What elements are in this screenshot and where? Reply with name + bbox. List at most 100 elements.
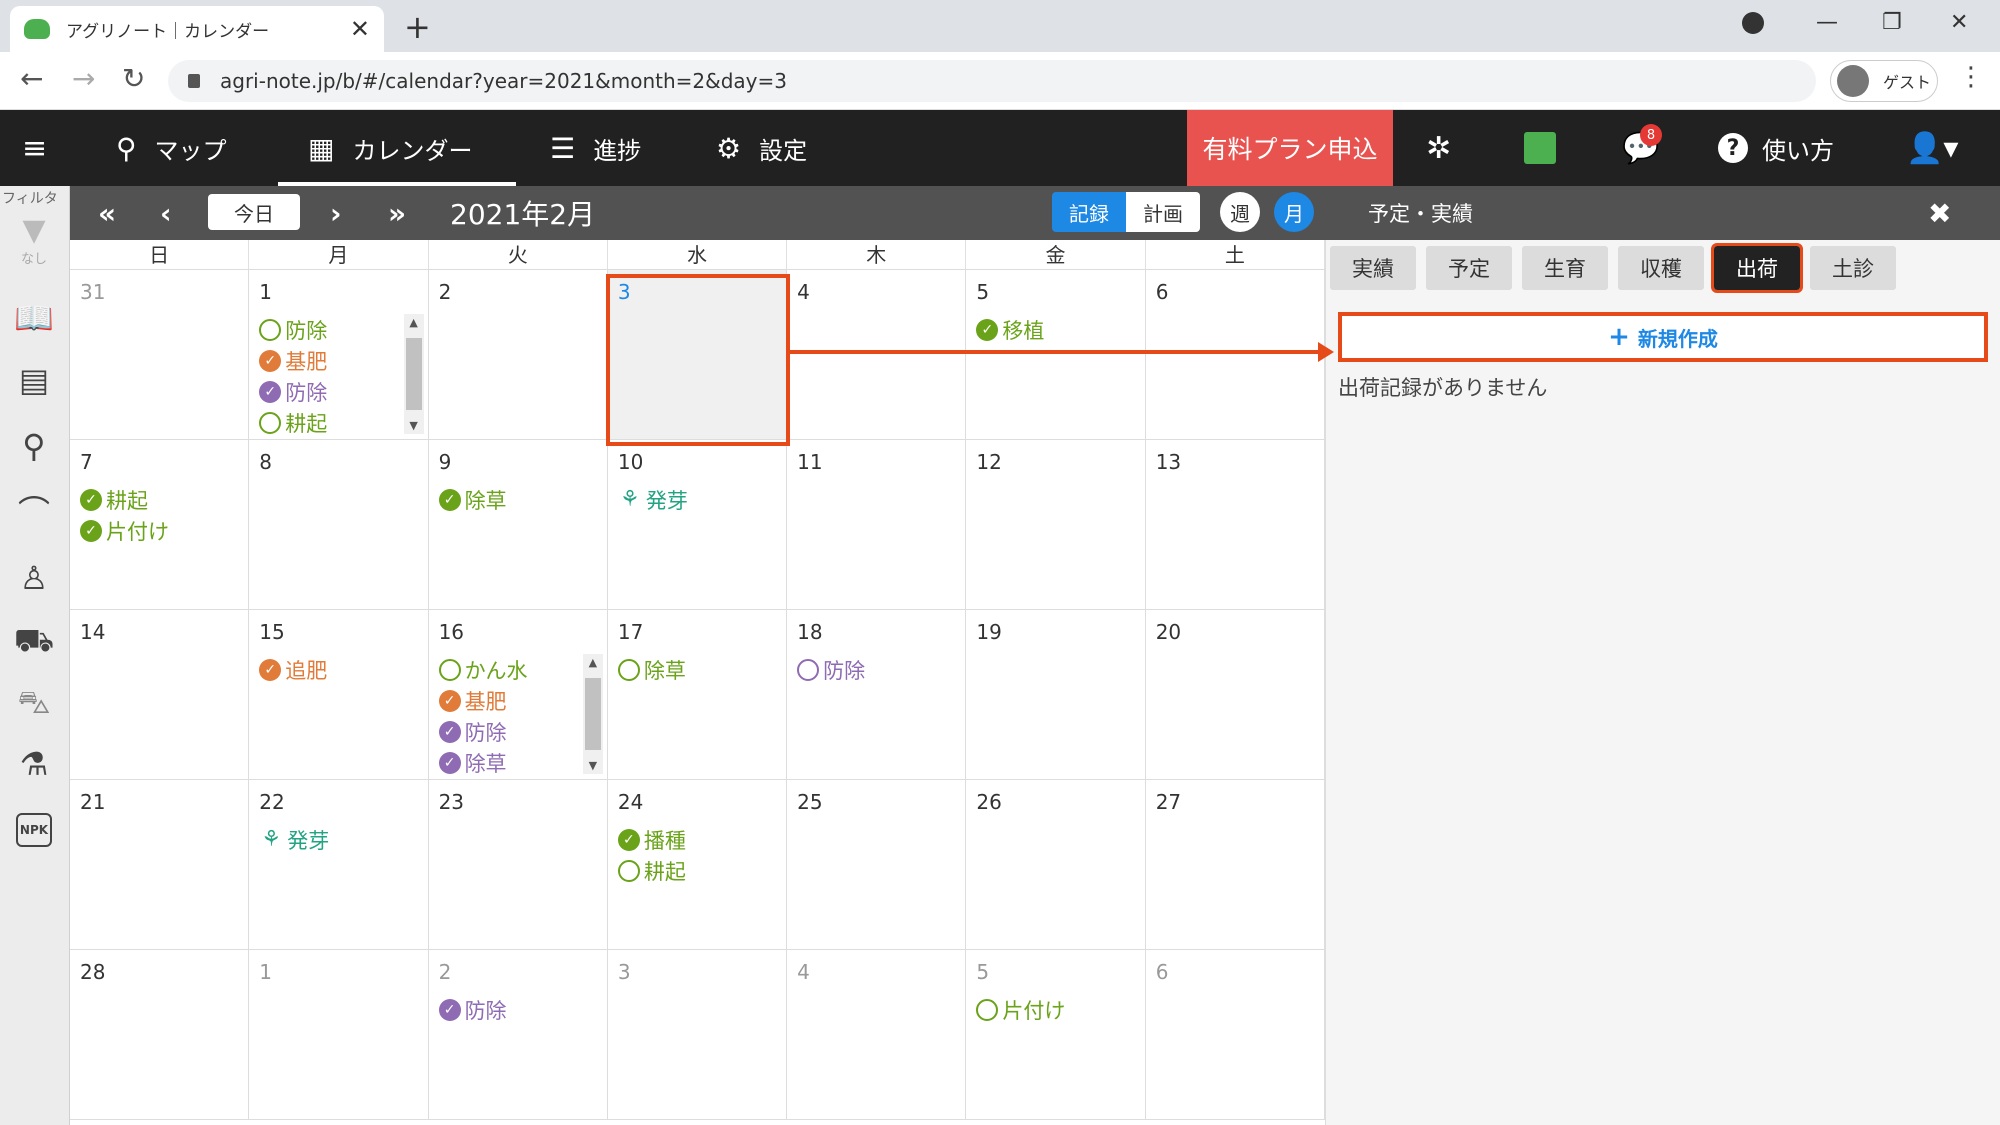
calendar-event[interactable]: かん水 [438, 654, 579, 685]
calendar-event[interactable]: ✓ 防除 [438, 994, 601, 1025]
calendar-day-cell[interactable]: 23 [428, 780, 608, 950]
weather-icon[interactable]: ✲ [1426, 110, 1451, 186]
calendar-day-cell[interactable]: 8 [249, 440, 429, 610]
calendar-day-cell[interactable]: 10 ⚘ 発芽 [607, 440, 788, 610]
calendar-day-cell[interactable]: 4 [787, 950, 967, 1120]
calendar-event[interactable]: ⚘ 発芽 [618, 484, 780, 515]
scrollbar-thumb[interactable] [405, 338, 422, 410]
calendar-event[interactable]: ✓ 基肥 [259, 345, 399, 376]
calendar-day-cell[interactable]: 2 ✓ 防除 [428, 950, 608, 1120]
nav-calendar[interactable]: ▦ カレンダー [308, 110, 472, 186]
calendar-event[interactable]: ✓ 除草 [438, 747, 579, 778]
calendar-day-cell[interactable]: 5 片付け [966, 950, 1146, 1120]
book-icon[interactable]: 📖 [10, 294, 58, 342]
next-year-icon[interactable]: » [388, 186, 406, 240]
calendar-day-cell[interactable]: 2 [428, 270, 608, 440]
next-month-icon[interactable]: › [330, 186, 342, 240]
calendar-event[interactable]: 除草 [617, 654, 780, 685]
calendar-day-cell[interactable]: 14 [70, 610, 250, 780]
calendar-day-cell[interactable]: 9 ✓ 除草 [428, 440, 608, 610]
restore-icon[interactable]: ❐ [1882, 10, 1902, 35]
browser-menu-icon[interactable]: ⋮ [1958, 62, 1984, 92]
scroll-up-icon[interactable]: ▲ [404, 316, 424, 329]
calendar-day-cell[interactable]: 17 除草 [607, 610, 788, 780]
calendar-event[interactable]: 防除 [797, 654, 959, 685]
scrollbar-thumb[interactable] [584, 678, 601, 750]
nav-settings[interactable]: ⚙ 設定 [716, 110, 807, 186]
record-button[interactable]: 記録 [1052, 192, 1126, 232]
today-button[interactable]: 今日 [208, 194, 300, 230]
calendar-day-cell[interactable]: 4 [787, 270, 967, 440]
calendar-event[interactable]: ✓ 播種 [617, 824, 780, 855]
fertilizer-npk-icon[interactable]: NPK [10, 806, 58, 854]
calendar-event[interactable]: ✓ 耕起 [80, 484, 242, 515]
calendar-event[interactable]: ✓ 移植 [976, 314, 1138, 345]
panel-tab[interactable]: 出荷 [1711, 243, 1803, 293]
calendar-day-cell[interactable]: 7 ✓ 耕起 ✓ 片付け [70, 440, 250, 610]
calendar-event[interactable]: 片付け [976, 994, 1138, 1025]
calendar-event[interactable]: 耕起 [617, 855, 780, 886]
reload-icon[interactable]: ↻ [122, 62, 145, 95]
cell-scrollbar[interactable]: ▲ ▼ [403, 314, 424, 434]
url-bar[interactable]: agri-note.jp/b/#/calendar?year=2021&mont… [168, 60, 1816, 102]
week-view-button[interactable]: 週 [1220, 192, 1260, 232]
calendar-day-cell[interactable]: 27 [1145, 780, 1325, 950]
panel-tab[interactable]: 予定 [1426, 246, 1512, 290]
profile-menu-icon[interactable] [1742, 12, 1764, 34]
calendar-day-cell[interactable]: 13 [1145, 440, 1325, 610]
panel-close-icon[interactable]: ✖ [1928, 186, 1951, 240]
document-icon[interactable]: ▤ [10, 356, 58, 404]
calendar-day-cell[interactable]: 5 ✓ 移植 [966, 270, 1146, 440]
scroll-down-icon[interactable]: ▼ [404, 419, 424, 432]
wheelbarrow-icon[interactable]: ⛍ [10, 680, 58, 728]
calendar-day-cell[interactable]: 6 [1145, 270, 1325, 440]
notification-icon[interactable]: 💬 [1622, 110, 1659, 186]
calendar-event[interactable]: ✓ 防除 [438, 716, 579, 747]
calendar-day-cell[interactable]: 31 [70, 270, 250, 440]
user-menu-icon[interactable]: 👤▾ [1906, 110, 1958, 186]
calendar-event[interactable]: ⚘ 発芽 [259, 824, 421, 855]
panel-tab[interactable]: 収穫 [1618, 246, 1704, 290]
sickle-icon[interactable]: ⌒ [10, 486, 58, 534]
plan-button[interactable]: 計画 [1126, 192, 1200, 232]
calendar-day-cell[interactable]: 24 ✓ 播種 耕起 [607, 780, 788, 950]
data-book-icon[interactable] [1524, 110, 1556, 186]
tractor-icon[interactable]: ⛟ [10, 618, 58, 666]
calendar-event[interactable]: ✓ 片付け [80, 515, 242, 546]
calendar-day-cell[interactable]: 1 [249, 950, 429, 1120]
cell-scrollbar[interactable]: ▲ ▼ [582, 654, 603, 774]
nav-map[interactable]: ⚲ マップ [116, 110, 227, 186]
scroll-up-icon[interactable]: ▲ [583, 656, 603, 669]
calendar-day-cell[interactable]: 11 [787, 440, 967, 610]
calendar-day-cell[interactable]: 22 ⚘ 発芽 [249, 780, 429, 950]
window-close-icon[interactable]: ✕ [1950, 10, 1968, 35]
worker-icon[interactable]: ♙ [10, 554, 58, 602]
new-tab-button[interactable]: + [404, 8, 431, 46]
panel-tab[interactable]: 生育 [1522, 246, 1608, 290]
calendar-day-cell[interactable]: 19 [966, 610, 1146, 780]
scroll-down-icon[interactable]: ▼ [583, 759, 603, 772]
calendar-day-cell[interactable]: 3 [607, 950, 788, 1120]
calendar-event[interactable]: ✓ 除草 [438, 484, 601, 515]
calendar-day-cell[interactable]: 1 防除 ✓ 基肥 ✓ 防除 耕起 ▲ ▼ [249, 270, 429, 440]
calendar-day-cell[interactable]: 12 [966, 440, 1146, 610]
map-pin-icon[interactable]: ⚲ [10, 422, 58, 470]
profile-button[interactable]: ゲスト [1830, 60, 1938, 102]
prev-year-icon[interactable]: « [98, 186, 116, 240]
panel-tab[interactable]: 実績 [1330, 246, 1416, 290]
tab-close-icon[interactable]: ✕ [350, 15, 370, 43]
nav-progress[interactable]: ☰ 進捗 [550, 110, 641, 186]
calendar-event[interactable]: 防除 [259, 314, 399, 345]
new-create-button[interactable]: + 新規作成 [1338, 312, 1988, 362]
forward-icon[interactable]: → [72, 62, 95, 95]
calendar-event[interactable]: 耕起 [259, 407, 399, 438]
calendar-day-cell[interactable]: 26 [966, 780, 1146, 950]
calendar-day-cell[interactable]: 25 [787, 780, 967, 950]
flask-icon[interactable]: ⚗ [10, 740, 58, 788]
calendar-day-cell[interactable]: 20 [1145, 610, 1325, 780]
calendar-day-cell[interactable]: 18 防除 [787, 610, 967, 780]
menu-toggle-icon[interactable]: ≡ [22, 110, 47, 186]
calendar-day-cell[interactable]: 16 かん水 ✓ 基肥 ✓ 防除 ✓ 除草 ▲ ▼ [428, 610, 608, 780]
panel-tab[interactable]: 土診 [1810, 246, 1896, 290]
browser-tab[interactable]: アグリノート｜カレンダー ✕ [10, 6, 384, 52]
